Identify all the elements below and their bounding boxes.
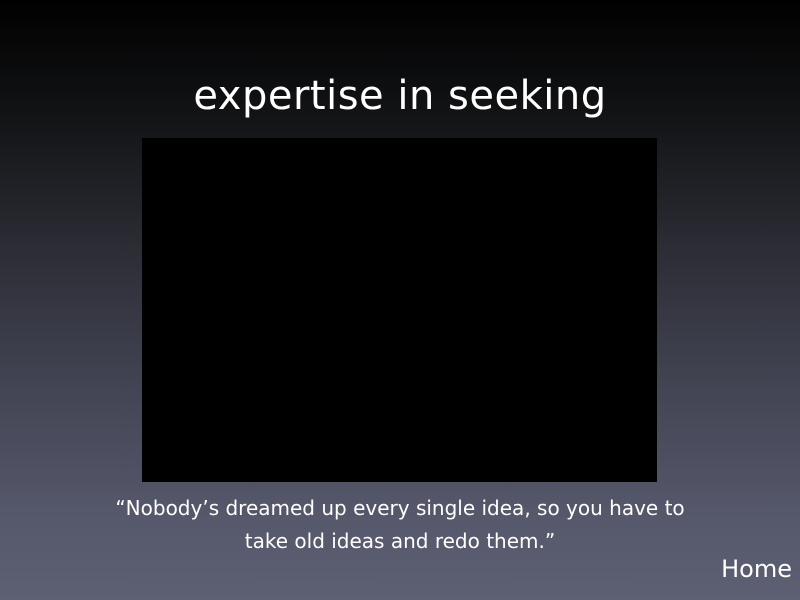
quote-line-1: “Nobody’s dreamed up every single idea, …: [115, 496, 685, 520]
quote-text: “Nobody’s dreamed up every single idea, …: [60, 492, 740, 558]
quote-line-2: take old ideas and redo them.”: [244, 529, 556, 553]
home-link[interactable]: Home: [721, 552, 792, 586]
video-frame[interactable]: [142, 138, 657, 482]
slide-title: expertise in seeking: [193, 73, 607, 119]
